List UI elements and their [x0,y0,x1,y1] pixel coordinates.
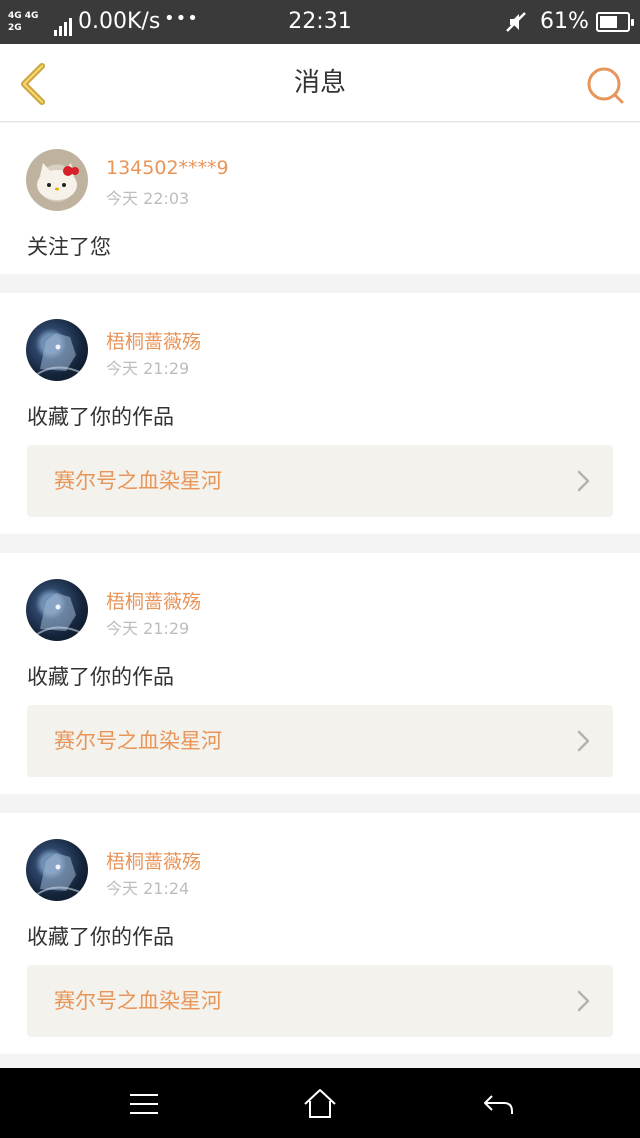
notification-message: 收藏了你的作品 [27,665,174,689]
hello-kitty-avatar[interactable] [26,149,88,211]
app-header: 消息 [0,44,640,122]
work-title: 赛尔号之血染星河 [54,469,222,493]
notification-message: 收藏了你的作品 [27,925,174,949]
search-icon[interactable] [584,64,626,106]
work-link[interactable]: 赛尔号之血染星河 [27,705,613,777]
work-title: 赛尔号之血染星河 [54,729,222,753]
mute-icon [506,12,526,32]
work-link[interactable]: 赛尔号之血染星河 [27,965,613,1037]
chevron-right-icon [577,470,590,492]
chevron-right-icon [577,730,590,752]
timestamp: 今天 21:24 [106,879,190,898]
wolf-avatar[interactable] [26,839,88,901]
username[interactable]: 134502****9 [106,157,229,179]
page-title: 消息 [293,68,346,98]
chevron-right-icon [577,990,590,1012]
work-title: 赛尔号之血染星河 [54,989,222,1013]
notification-message: 关注了您 [27,235,111,259]
username[interactable]: 梧桐蔷薇殇 [106,327,201,354]
battery-icon [596,12,634,32]
timestamp: 今天 21:29 [106,619,190,638]
notification-message: 收藏了你的作品 [27,405,174,429]
notification-card[interactable]: 134502****9 今天 22:03 关注了您 [0,123,640,274]
username[interactable]: 梧桐蔷薇殇 [106,587,201,614]
system-nav-bar [0,1068,640,1138]
home-icon[interactable] [302,1086,338,1122]
notification-card: 梧桐蔷薇殇 今天 21:29 收藏了你的作品 赛尔号之血染星河 [0,293,640,534]
notification-card: 梧桐蔷薇殇 今天 21:24 收藏了你的作品 赛尔号之血染星河 [0,813,640,1054]
wolf-avatar[interactable] [26,579,88,641]
username[interactable]: 梧桐蔷薇殇 [106,847,201,874]
timestamp: 今天 21:29 [106,359,190,378]
menu-icon[interactable] [126,1086,162,1122]
work-link[interactable]: 赛尔号之血染星河 [27,445,613,517]
battery-percent: 61% [540,9,589,34]
timestamp: 今天 22:03 [106,189,190,208]
notification-card: 梧桐蔷薇殇 今天 21:29 收藏了你的作品 赛尔号之血染星河 [0,553,640,794]
status-bar: 4G 4G 2G 0.00K/s ••• 22:31 61% [0,0,640,44]
wolf-avatar[interactable] [26,319,88,381]
back-icon[interactable] [480,1086,516,1122]
